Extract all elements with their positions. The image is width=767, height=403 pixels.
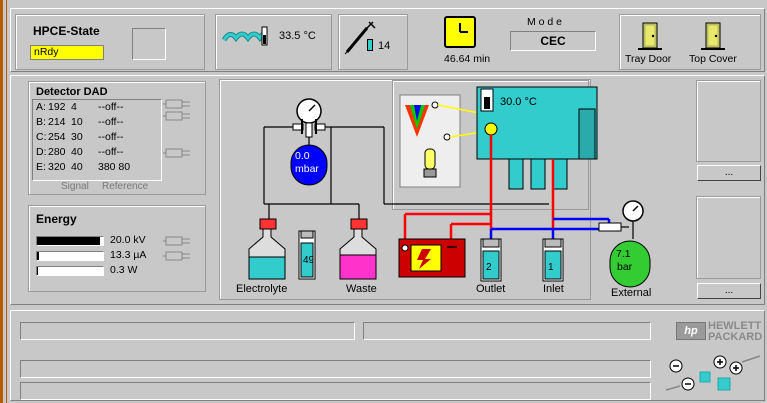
time-value: 46.64 min [444,53,491,65]
detector-title: Detector DAD [36,86,108,98]
inlet-label[interactable]: Inlet [543,283,564,295]
clock-icon [444,16,476,48]
hp-logo: hp [676,322,706,340]
mode-title: M o d e [527,16,563,28]
energy-bar [36,251,104,261]
state-title: HPCE-State [33,24,100,38]
energy-title: Energy [36,212,77,226]
plug-icon-current[interactable] [163,250,193,262]
detector-cell-bw: 10 [71,116,83,128]
capillary-coil-icon [222,26,268,46]
status-field-1 [20,322,355,340]
right-slot-top [696,80,761,162]
detector-cell-bw: 30 [71,131,83,143]
zoom-in-small-icon[interactable] [729,361,743,375]
detector-cell-wl: 254 [48,131,66,143]
tray-door-icon[interactable] [638,22,662,52]
detector-row: C: 254 30 --off-- [36,131,156,143]
detector-cell-bw: 40 [71,146,83,158]
zoom-controls [665,355,761,391]
mode-value: CEC [510,31,596,51]
cassette-temp-value: 30.0 °C [500,96,537,108]
status-field-3 [20,360,651,378]
detector-cell-bw: 40 [71,161,83,173]
outlet-number: 2 [486,262,492,273]
detector-cell-ch: B: [36,116,46,128]
zoom-in-icon[interactable] [713,355,727,369]
detector-cell-wl: 280 [48,146,66,158]
detector-row: E: 320 40 380 80 [36,161,156,173]
waste-label[interactable]: Waste [346,283,377,295]
energy-bar-fill [37,252,39,260]
detector-cell-ref: --off-- [98,116,124,128]
inlet-number: 1 [548,262,554,273]
top-cover-icon[interactable] [701,22,725,52]
external-value: 7.1 [616,248,631,260]
more-button-bottom[interactable]: ... [697,283,761,299]
brand-line2: PACKARD [708,331,763,343]
tray-door-label: Tray Door [625,53,672,65]
schematic-diagram [248,86,651,288]
state-indicator-box [132,28,166,60]
detector-cell-bw: 4 [71,101,77,113]
detector-cell-ch: D: [36,146,47,158]
detector-cell-ch: E: [36,161,46,173]
detector-signal-label: Signal [61,181,89,192]
pressure-value: 0.0 [295,150,310,162]
external-label[interactable]: External [611,287,651,299]
plug-icon-b[interactable] [163,110,193,122]
plug-icon-voltage[interactable] [163,235,193,247]
vial-small-icon [367,39,373,51]
detector-cell-ref: --off-- [98,146,124,158]
detector-row: A: 192 4 --off-- [36,101,156,113]
injection-value: 14 [378,40,391,52]
energy-value: 13.3 µA [110,249,147,261]
plug-icon-d[interactable] [163,147,193,159]
more-button-top[interactable]: ... [697,165,761,181]
state-group [15,14,205,70]
outlet-label[interactable]: Outlet [476,283,505,295]
state-value: nRdy [30,45,104,60]
detector-cell-wl: 192 [48,101,66,113]
energy-value: 0.3 W [110,264,138,276]
right-slot-bottom [696,196,761,279]
detector-reference-label: Reference [102,181,149,192]
left-edge-line [6,0,7,403]
detector-row: B: 214 10 --off-- [36,116,156,128]
external-unit: bar [617,261,633,273]
detector-cell-ref: --off-- [98,131,124,143]
energy-bar-fill [37,237,100,245]
zoom-out-icon[interactable] [669,359,683,373]
electrolyte-label[interactable]: Electrolyte [236,283,287,295]
energy-value: 20.0 kV [110,234,146,246]
zoom-out-small-icon[interactable] [681,377,695,391]
status-field-4 [20,382,651,400]
temperature-value: 33.5 °C [279,30,316,42]
vial49-number: 49 [303,255,315,266]
pressure-unit: mbar [295,163,319,175]
left-edge-bar [0,0,3,403]
detector-cell-ch: A: [36,101,46,113]
detector-cell-ref: 380 80 [98,161,131,173]
detector-cell-ref: --off-- [98,101,124,113]
detector-cell-wl: 214 [48,116,66,128]
top-cover-label: Top Cover [689,53,737,65]
energy-bar-fill [37,267,39,275]
detector-cell-ch: C: [36,131,47,143]
energy-bar [36,266,104,276]
energy-bar [36,236,104,246]
detector-cell-wl: 320 [48,161,66,173]
plug-icon-a[interactable] [163,98,193,110]
detector-row: D: 280 40 --off-- [36,146,156,158]
status-field-2 [363,322,651,340]
